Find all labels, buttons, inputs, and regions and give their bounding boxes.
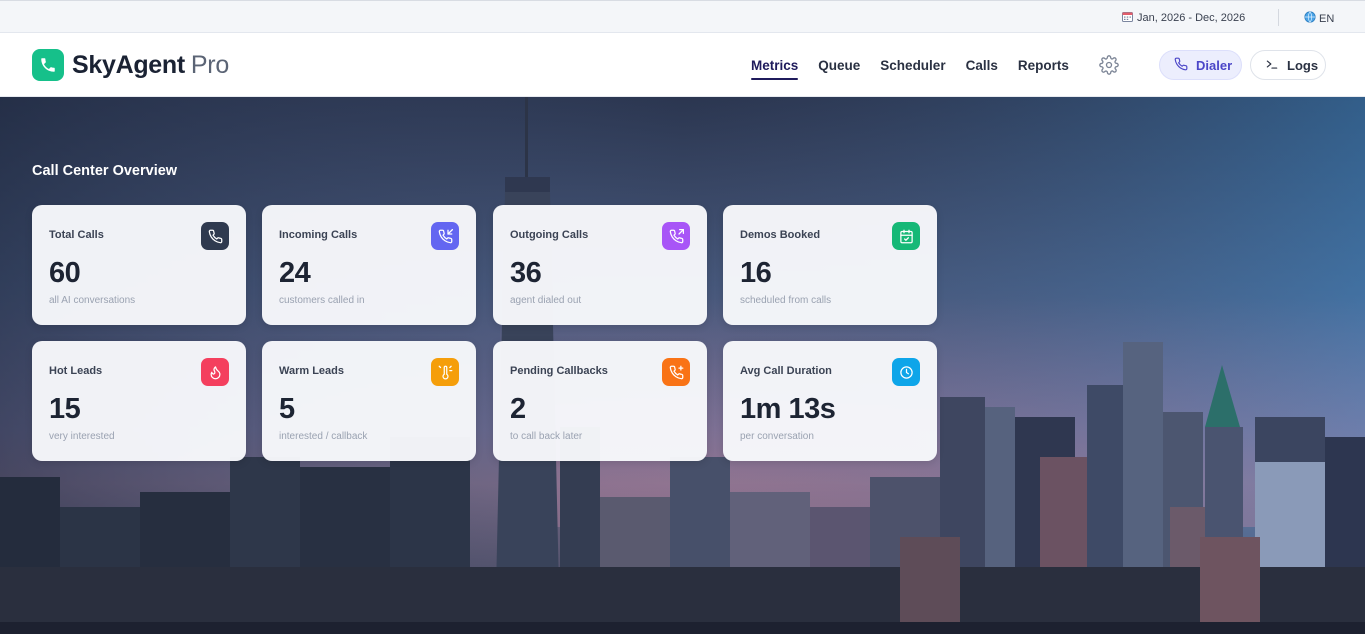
flame-icon <box>201 358 229 386</box>
brand-name-suffix: Pro <box>190 50 229 79</box>
clock-icon <box>892 358 920 386</box>
logs-button[interactable]: Logs <box>1250 50 1326 80</box>
stat-label: Avg Call Duration <box>740 365 832 377</box>
language-code: EN <box>1319 12 1335 25</box>
brand-name-main: SkyAgent <box>72 50 185 79</box>
phone-icon <box>201 222 229 250</box>
nav-item-calls[interactable]: Calls <box>966 33 998 97</box>
brand-logo[interactable]: SkyAgent Pro <box>32 49 229 81</box>
stat-card-outgoing-calls[interactable]: Outgoing Calls 36 agent dialed out <box>493 205 707 325</box>
stat-card-hot-leads[interactable]: Hot Leads 15 very interested <box>32 341 246 461</box>
topbar-divider <box>1278 9 1279 26</box>
stat-card-incoming-calls[interactable]: Incoming Calls 24 customers called in <box>262 205 476 325</box>
stat-subtext: scheduled from calls <box>740 295 832 306</box>
nav-item-scheduler[interactable]: Scheduler <box>880 33 945 97</box>
stat-subtext: customers called in <box>279 295 365 306</box>
phone-outgoing-icon <box>662 222 690 250</box>
nav-item-metrics[interactable]: Metrics <box>751 33 799 97</box>
stat-subtext: agent dialed out <box>510 295 582 306</box>
stat-value: 16 <box>740 257 772 289</box>
stat-value: 2 <box>510 393 526 425</box>
stat-value: 1m 13s <box>740 393 836 425</box>
calendar-check-icon <box>892 222 920 250</box>
stat-label: Outgoing Calls <box>510 229 589 241</box>
stat-card-warm-leads[interactable]: Warm Leads 5 interested / callback <box>262 341 476 461</box>
main-header: SkyAgent Pro Metrics Queue Scheduler Call… <box>0 33 1365 97</box>
stat-value: 36 <box>510 257 542 289</box>
stat-value: 60 <box>49 257 81 289</box>
stat-subtext: to call back later <box>510 431 583 442</box>
date-range-text: Jan, 2026 - Dec, 2026 <box>1137 12 1246 24</box>
stat-card-demos-booked[interactable]: Demos Booked 16 scheduled from calls <box>723 205 937 325</box>
stat-subtext: per conversation <box>740 431 814 442</box>
top-utility-bar: Jan, 2026 - Dec, 2026 EN <box>0 0 1365 33</box>
stat-subtext: all AI conversations <box>49 295 136 306</box>
language-selector[interactable]: EN <box>1304 11 1334 26</box>
stat-value: 24 <box>279 257 311 289</box>
dialer-button[interactable]: Dialer <box>1159 50 1242 80</box>
calendar-icon <box>1122 11 1133 25</box>
phone-icon <box>1174 57 1188 74</box>
stat-label: Demos Booked <box>740 229 821 241</box>
brand-name: SkyAgent Pro <box>72 51 229 80</box>
stat-card-pending-callbacks[interactable]: Pending Callbacks 2 to call back later <box>493 341 707 461</box>
stat-label: Hot Leads <box>49 365 103 377</box>
gear-icon[interactable] <box>1099 55 1119 75</box>
phone-logo-icon <box>32 49 64 81</box>
nav-item-reports[interactable]: Reports <box>1018 33 1069 97</box>
thermometer-sun-icon <box>431 358 459 386</box>
date-range-picker[interactable]: Jan, 2026 - Dec, 2026 <box>1122 11 1245 25</box>
stat-label: Warm Leads <box>279 365 345 377</box>
section-title: Call Center Overview <box>32 163 178 179</box>
stat-card-avg-call-duration[interactable]: Avg Call Duration 1m 13s per conversatio… <box>723 341 937 461</box>
hero-section: Call Center Overview Total Calls 60 all … <box>0 97 1365 634</box>
globe-icon <box>1304 11 1316 26</box>
stat-card-total-calls[interactable]: Total Calls 60 all AI conversations <box>32 205 246 325</box>
phone-plus-icon <box>662 358 690 386</box>
terminal-icon <box>1265 57 1279 74</box>
main-nav: Metrics Queue Scheduler Calls Reports <box>751 33 1069 97</box>
phone-incoming-icon <box>431 222 459 250</box>
stat-label: Pending Callbacks <box>510 365 608 377</box>
stat-value: 15 <box>49 393 81 425</box>
stat-label: Incoming Calls <box>279 229 358 241</box>
stat-value: 5 <box>279 393 295 425</box>
stat-subtext: very interested <box>49 431 115 442</box>
dialer-label: Dialer <box>1196 57 1233 73</box>
stat-subtext: interested / callback <box>279 431 368 442</box>
logs-label: Logs <box>1287 57 1319 73</box>
nav-item-queue[interactable]: Queue <box>818 33 860 97</box>
stat-label: Total Calls <box>49 229 104 241</box>
